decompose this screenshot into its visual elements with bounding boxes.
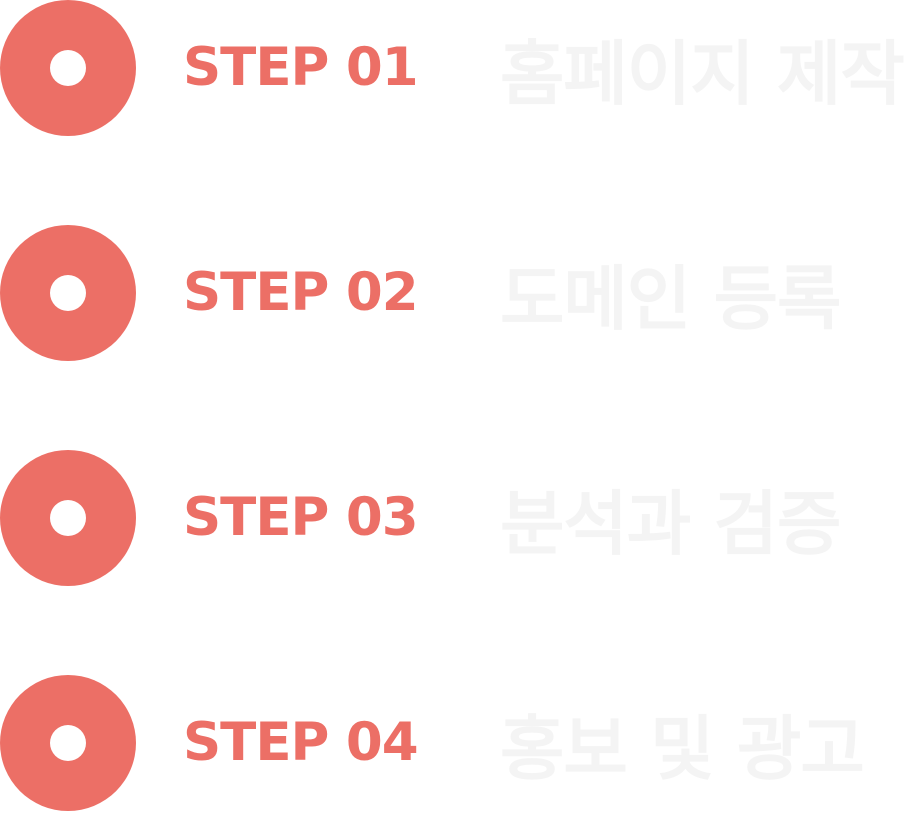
step-item-2: STEP 02 도메인 등록: [0, 225, 921, 361]
step-title: 분석과 검증: [500, 483, 841, 565]
step-circle-icon: [0, 675, 136, 811]
step-title: 홍보 및 광고: [500, 708, 865, 790]
step-item-4: STEP 04 홍보 및 광고: [0, 675, 921, 811]
step-label: STEP 02: [183, 262, 419, 323]
step-label: STEP 03: [183, 487, 419, 548]
step-label: STEP 04: [183, 712, 419, 773]
step-label: STEP 01: [183, 37, 419, 98]
step-list: STEP 01 홈페이지 제작 STEP 02 도메인 등록 STEP 03 분…: [0, 0, 921, 811]
step-title: 도메인 등록: [500, 258, 841, 340]
step-circle-icon: [0, 450, 136, 586]
step-circle-icon: [0, 225, 136, 361]
step-item-1: STEP 01 홈페이지 제작: [0, 0, 921, 136]
step-circle-icon: [0, 0, 136, 136]
step-title: 홈페이지 제작: [500, 33, 905, 115]
step-item-3: STEP 03 분석과 검증: [0, 450, 921, 586]
